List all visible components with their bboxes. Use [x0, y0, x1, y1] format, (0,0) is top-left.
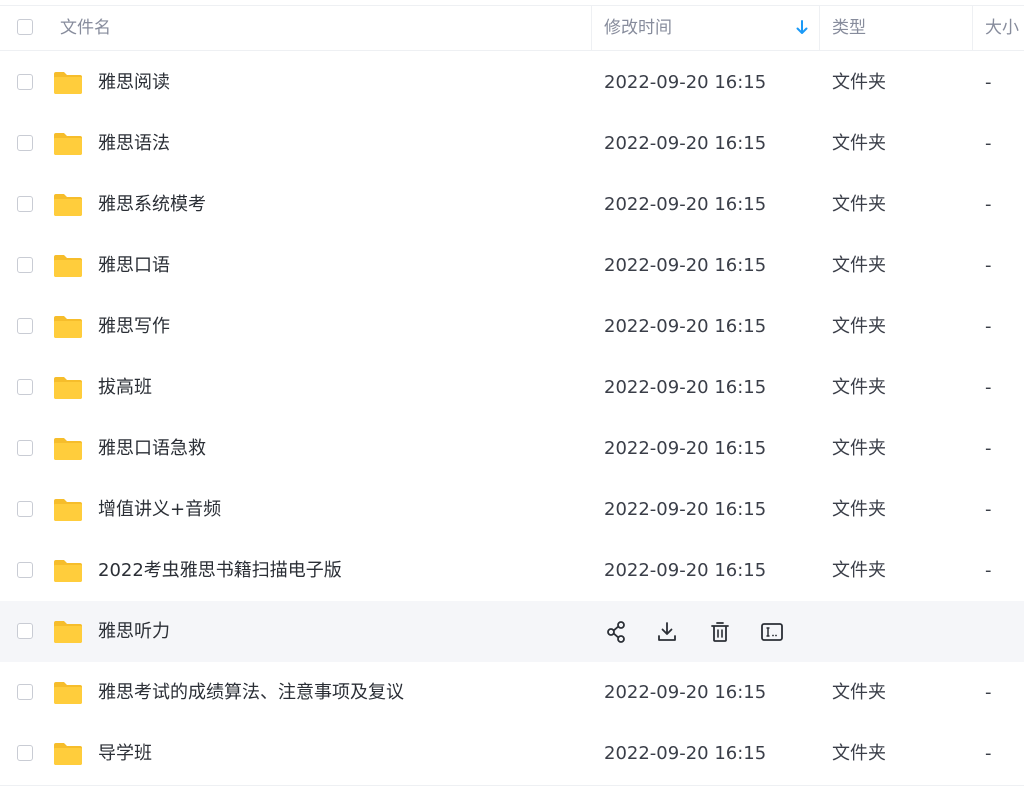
share-icon[interactable] — [604, 619, 630, 645]
modified-time: 2022-09-20 16:15 — [604, 377, 767, 398]
file-type: 文件夹 — [832, 194, 886, 215]
arrow-down-icon[interactable] — [795, 19, 809, 37]
table-row[interactable]: 2022考虫雅思书籍扫描电子版 2022-09-20 16:15 文件夹 - — [0, 540, 1024, 601]
folder-icon — [54, 499, 82, 521]
column-divider[interactable] — [972, 6, 973, 50]
folder-icon — [54, 743, 82, 765]
file-size: - — [985, 72, 992, 93]
file-list-table: 文件名 修改时间 类型 大小 雅思阅读 2022-09-20 16:15 文件夹 - 雅… — [0, 0, 1024, 791]
table-row[interactable]: 雅思听力 — [0, 601, 1024, 662]
download-icon[interactable] — [654, 619, 680, 645]
divider — [0, 785, 1024, 786]
file-type: 文件夹 — [832, 560, 886, 581]
file-size: - — [985, 133, 992, 154]
folder-icon — [54, 682, 82, 704]
row-checkbox[interactable] — [17, 379, 33, 395]
modified-time: 2022-09-20 16:15 — [604, 133, 767, 154]
file-type: 文件夹 — [832, 133, 886, 154]
file-name[interactable]: 雅思口语 — [98, 235, 170, 296]
folder-icon — [54, 560, 82, 582]
modified-time: 2022-09-20 16:15 — [604, 72, 767, 93]
modified-time: 2022-09-20 16:15 — [604, 255, 767, 276]
modified-time: 2022-09-20 16:15 — [604, 682, 767, 703]
table-row[interactable]: 雅思口语急救 2022-09-20 16:15 文件夹 - — [0, 418, 1024, 479]
file-name[interactable]: 拔高班 — [98, 357, 152, 418]
modified-time: 2022-09-20 16:15 — [604, 316, 767, 337]
folder-icon — [54, 72, 82, 94]
modified-time: 2022-09-20 16:15 — [604, 438, 767, 459]
folder-icon — [54, 133, 82, 155]
modified-time: 2022-09-20 16:15 — [604, 194, 767, 215]
row-checkbox[interactable] — [17, 684, 33, 700]
file-name[interactable]: 雅思口语急救 — [98, 418, 206, 479]
row-checkbox[interactable] — [17, 74, 33, 90]
file-rows: 雅思阅读 2022-09-20 16:15 文件夹 - 雅思语法 2022-09-20 1… — [0, 52, 1024, 784]
file-name[interactable]: 2022考虫雅思书籍扫描电子版 — [98, 540, 342, 601]
modified-time: 2022-09-20 16:15 — [604, 560, 767, 581]
row-checkbox[interactable] — [17, 745, 33, 761]
file-size: - — [985, 560, 992, 581]
file-size: - — [985, 377, 992, 398]
modified-time: 2022-09-20 16:15 — [604, 499, 767, 520]
column-divider[interactable] — [591, 6, 592, 50]
file-type: 文件夹 — [832, 743, 886, 764]
file-name[interactable]: 雅思阅读 — [98, 52, 170, 113]
table-row[interactable]: 雅思语法 2022-09-20 16:15 文件夹 - — [0, 113, 1024, 174]
row-checkbox[interactable] — [17, 501, 33, 517]
file-type: 文件夹 — [832, 377, 886, 398]
file-type: 文件夹 — [832, 316, 886, 337]
file-size: - — [985, 499, 992, 520]
row-checkbox[interactable] — [17, 562, 33, 578]
table-header: 文件名 修改时间 类型 大小 — [0, 5, 1024, 51]
folder-icon — [54, 621, 82, 643]
table-row[interactable]: 雅思阅读 2022-09-20 16:15 文件夹 - — [0, 52, 1024, 113]
file-type: 文件夹 — [832, 682, 886, 703]
select-all-checkbox[interactable] — [17, 19, 33, 35]
file-size: - — [985, 255, 992, 276]
folder-icon — [54, 255, 82, 277]
file-size: - — [985, 682, 992, 703]
file-name[interactable]: 导学班 — [98, 723, 152, 784]
file-name[interactable]: 雅思写作 — [98, 296, 170, 357]
file-type: 文件夹 — [832, 438, 886, 459]
file-type: 文件夹 — [832, 499, 886, 520]
modified-time: 2022-09-20 16:15 — [604, 743, 767, 764]
file-name[interactable]: 雅思听力 — [98, 601, 170, 662]
row-checkbox[interactable] — [17, 135, 33, 151]
row-checkbox[interactable] — [17, 623, 33, 639]
folder-icon — [54, 316, 82, 338]
row-checkbox[interactable] — [17, 318, 33, 334]
file-size: - — [985, 743, 992, 764]
row-checkbox[interactable] — [17, 196, 33, 212]
file-type: 文件夹 — [832, 255, 886, 276]
file-size: - — [985, 194, 992, 215]
table-row[interactable]: 拔高班 2022-09-20 16:15 文件夹 - — [0, 357, 1024, 418]
folder-icon — [54, 194, 82, 216]
file-size: - — [985, 316, 992, 337]
file-type: 文件夹 — [832, 72, 886, 93]
folder-icon — [54, 438, 82, 460]
table-row[interactable]: 雅思系统模考 2022-09-20 16:15 文件夹 - — [0, 174, 1024, 235]
header-name[interactable]: 文件名 — [60, 6, 111, 50]
file-name[interactable]: 雅思语法 — [98, 113, 170, 174]
table-row[interactable]: 雅思写作 2022-09-20 16:15 文件夹 - — [0, 296, 1024, 357]
file-name[interactable]: 雅思考试的成绩算法、注意事项及复议 — [98, 662, 404, 723]
column-divider[interactable] — [819, 6, 820, 50]
row-checkbox[interactable] — [17, 440, 33, 456]
header-type[interactable]: 类型 — [832, 6, 866, 50]
row-checkbox[interactable] — [17, 257, 33, 273]
header-size[interactable]: 大小 — [985, 6, 1019, 50]
file-name[interactable]: 增值讲义+音频 — [98, 479, 221, 540]
table-row[interactable]: 增值讲义+音频 2022-09-20 16:15 文件夹 - — [0, 479, 1024, 540]
table-row[interactable]: 雅思考试的成绩算法、注意事项及复议 2022-09-20 16:15 文件夹 - — [0, 662, 1024, 723]
header-modified-time[interactable]: 修改时间 — [604, 6, 672, 50]
file-name[interactable]: 雅思系统模考 — [98, 174, 206, 235]
folder-icon — [54, 377, 82, 399]
file-size: - — [985, 438, 992, 459]
trash-icon[interactable] — [707, 619, 733, 645]
rename-icon[interactable] — [759, 619, 785, 645]
table-row[interactable]: 雅思口语 2022-09-20 16:15 文件夹 - — [0, 235, 1024, 296]
table-row[interactable]: 导学班 2022-09-20 16:15 文件夹 - — [0, 723, 1024, 784]
